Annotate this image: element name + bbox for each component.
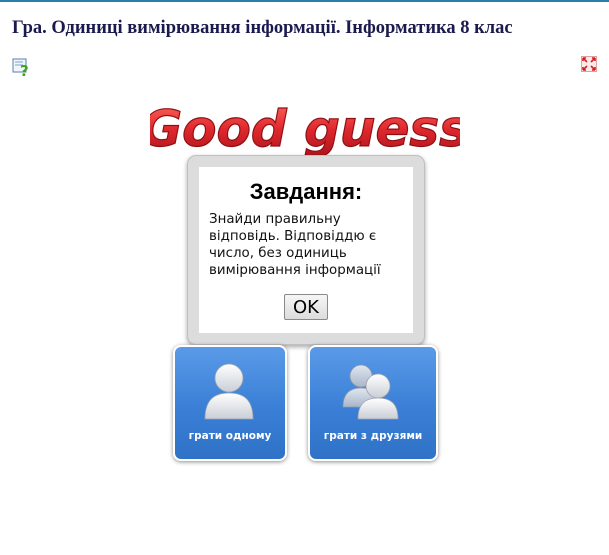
- play-with-friends-button[interactable]: грати з друзями: [308, 345, 438, 461]
- logo-text: Good guess: [150, 100, 460, 158]
- task-dialog-body: Завдання: Знайди правильну відповідь. Ві…: [199, 167, 413, 333]
- dialog-text: Знайди правильну відповідь. Відповіддю є…: [209, 212, 381, 278]
- top-accent-line: [0, 0, 609, 2]
- fullscreen-toggle-icon[interactable]: [581, 56, 597, 72]
- play-with-friends-label: грати з друзями: [323, 430, 423, 442]
- ok-button[interactable]: OK: [284, 294, 328, 320]
- page-title: Гра. Одиниці вимірювання інформації. Інф…: [12, 18, 513, 38]
- play-solo-button[interactable]: грати одному: [173, 345, 287, 461]
- task-dialog: Завдання: Знайди правильну відповідь. Ві…: [187, 155, 425, 345]
- game-area: Good guess Завдання: Знайди правильну ві…: [141, 90, 469, 470]
- help-question-icon[interactable]: ?: [12, 57, 32, 80]
- single-user-icon: [202, 361, 256, 426]
- svg-text:?: ?: [20, 62, 29, 77]
- dialog-title: Завдання:: [249, 179, 363, 204]
- play-solo-label: грати одному: [188, 430, 272, 442]
- multi-user-icon: [340, 361, 404, 426]
